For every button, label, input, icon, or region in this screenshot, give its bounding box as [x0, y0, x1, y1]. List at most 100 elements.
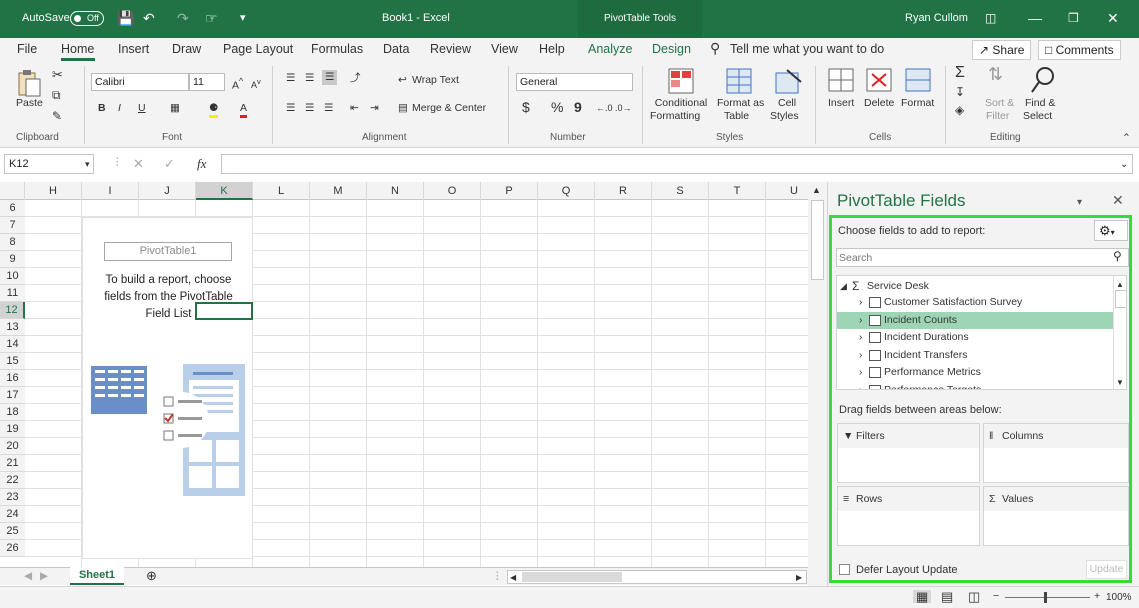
- page-layout-view-icon[interactable]: ▤: [941, 590, 953, 603]
- autosave-toggle[interactable]: Off: [70, 11, 104, 26]
- tab-file[interactable]: File: [17, 42, 37, 56]
- fill-icon[interactable]: ↧: [955, 86, 965, 99]
- vertical-scrollbar[interactable]: ▲: [808, 182, 827, 586]
- row-header-12[interactable]: 12: [0, 302, 25, 319]
- align-middle-icon[interactable]: ☰: [305, 72, 314, 85]
- row-header-24[interactable]: 24: [0, 506, 25, 523]
- font-size-select[interactable]: 11: [189, 73, 225, 91]
- name-box[interactable]: K12: [4, 154, 94, 174]
- align-bottom-icon[interactable]: ☰: [322, 70, 338, 85]
- row-header-19[interactable]: 19: [0, 421, 25, 438]
- close-icon[interactable]: ✕: [1107, 10, 1119, 26]
- row-header-13[interactable]: 13: [0, 319, 25, 336]
- row-header-8[interactable]: 8: [0, 234, 25, 251]
- active-cell-K12[interactable]: [195, 302, 253, 320]
- new-sheet-icon[interactable]: ⊕: [146, 569, 157, 582]
- expand-icon[interactable]: ›: [859, 329, 862, 346]
- next-sheet-icon[interactable]: ▶: [40, 570, 48, 583]
- scroll-right-icon[interactable]: ▶: [796, 571, 802, 584]
- orientation-icon[interactable]: ⤴: [350, 72, 361, 85]
- normal-view-icon[interactable]: ▦: [913, 590, 932, 603]
- tab-home[interactable]: Home: [61, 42, 94, 56]
- column-header-s[interactable]: S: [652, 182, 709, 200]
- format-as-table-icon[interactable]: [726, 68, 754, 94]
- format-painter-icon[interactable]: ✎: [52, 110, 62, 123]
- pane-options-icon[interactable]: ▾: [1077, 196, 1082, 209]
- filters-area[interactable]: ▼ Filters: [837, 423, 980, 483]
- cancel-icon[interactable]: ✕: [133, 157, 144, 170]
- bold-button[interactable]: B: [98, 102, 106, 115]
- row-header-10[interactable]: 10: [0, 268, 25, 285]
- ribbon-display-icon[interactable]: ◫: [985, 10, 996, 26]
- list-scroll-thumb[interactable]: [1115, 290, 1126, 308]
- conditional-formatting-icon[interactable]: [668, 68, 694, 94]
- column-header-h[interactable]: H: [25, 182, 82, 200]
- tab-split-handle[interactable]: ⋮: [492, 570, 503, 583]
- row-header-21[interactable]: 21: [0, 455, 25, 472]
- tab-view[interactable]: View: [491, 42, 518, 56]
- insert-cells-icon[interactable]: [828, 68, 854, 92]
- tools-gear-button[interactable]: ⚙▾: [1094, 220, 1128, 241]
- column-header-i[interactable]: I: [82, 182, 139, 200]
- find-select-label-2[interactable]: Select: [1023, 110, 1052, 123]
- increase-indent-icon[interactable]: ⇥: [370, 102, 379, 115]
- font-name-select[interactable]: Calibri: [91, 73, 189, 91]
- expand-icon[interactable]: ›: [859, 382, 862, 390]
- insert-function-button[interactable]: fx: [197, 157, 206, 170]
- row-header-20[interactable]: 20: [0, 438, 25, 455]
- format-cells-icon[interactable]: [905, 68, 931, 92]
- expand-icon[interactable]: ›: [859, 364, 862, 381]
- row-header-26[interactable]: 26: [0, 540, 25, 557]
- align-left-icon[interactable]: ☰: [286, 102, 295, 115]
- field-item[interactable]: › Incident Durations: [837, 329, 1113, 346]
- page-break-view-icon[interactable]: ◫: [968, 590, 980, 603]
- update-button[interactable]: Update: [1086, 560, 1127, 579]
- worksheet-grid[interactable]: HIJKLMNOPQRSTU 6 7 8 9 10 11 12 13 14 15 16 17 18 19 2…: [0, 182, 808, 567]
- zoom-level[interactable]: 100%: [1106, 591, 1132, 604]
- customize-qat-icon[interactable]: ▾: [240, 10, 246, 26]
- field-root[interactable]: ◢ Σ Service Desk: [837, 278, 1113, 295]
- field-list-scrollbar[interactable]: ▲ ▼: [1113, 276, 1126, 389]
- values-area[interactable]: Σ Values: [983, 486, 1129, 546]
- tab-draw[interactable]: Draw: [172, 42, 201, 56]
- prev-sheet-icon[interactable]: ◀: [24, 570, 32, 583]
- row-header-22[interactable]: 22: [0, 472, 25, 489]
- column-header-u[interactable]: U: [766, 182, 808, 200]
- column-header-k[interactable]: K: [196, 182, 253, 200]
- align-right-icon[interactable]: ☰: [324, 102, 333, 115]
- sheet-tab-sheet1[interactable]: Sheet1: [70, 567, 124, 585]
- pane-close-icon[interactable]: ✕: [1112, 193, 1124, 207]
- conditional-formatting-label-2[interactable]: Formatting: [650, 110, 700, 123]
- collapse-icon[interactable]: ◢: [840, 278, 847, 295]
- formula-input[interactable]: [221, 154, 1133, 174]
- expand-icon[interactable]: ›: [859, 347, 862, 364]
- decrease-font-icon[interactable]: Av: [251, 75, 261, 92]
- paste-icon[interactable]: [16, 68, 42, 98]
- align-center-icon[interactable]: ☰: [305, 102, 314, 115]
- field-item[interactable]: › Performance Targets: [837, 382, 1113, 390]
- horizontal-scrollbar[interactable]: ◀ ▶: [507, 570, 807, 584]
- enter-icon[interactable]: ✓: [164, 157, 175, 170]
- expand-formula-icon[interactable]: ⌄: [1120, 158, 1128, 171]
- row-header-16[interactable]: 16: [0, 370, 25, 387]
- save-icon[interactable]: 💾: [117, 10, 134, 26]
- increase-font-icon[interactable]: A^: [232, 75, 243, 93]
- row-header-15[interactable]: 15: [0, 353, 25, 370]
- comments-button[interactable]: □ Comments: [1038, 40, 1121, 60]
- row-header-14[interactable]: 14: [0, 336, 25, 353]
- select-all-corner[interactable]: [0, 182, 25, 200]
- touch-mode-icon[interactable]: ☞: [205, 10, 218, 26]
- row-header-7[interactable]: 7: [0, 217, 25, 234]
- wrap-text-button[interactable]: Wrap Text: [412, 74, 459, 87]
- column-header-l[interactable]: L: [253, 182, 310, 200]
- decrease-indent-icon[interactable]: ⇤: [350, 102, 359, 115]
- row-header-9[interactable]: 9: [0, 251, 25, 268]
- row-header-17[interactable]: 17: [0, 387, 25, 404]
- column-header-q[interactable]: Q: [538, 182, 595, 200]
- increase-decimal-icon[interactable]: ←.0: [596, 102, 613, 115]
- paste-label[interactable]: Paste: [16, 97, 43, 110]
- wrap-text-icon[interactable]: ↩: [398, 74, 407, 87]
- field-search-box[interactable]: Search ⚲: [836, 248, 1129, 267]
- columns-area[interactable]: ‖ Columns: [983, 423, 1129, 483]
- row-header-25[interactable]: 25: [0, 523, 25, 540]
